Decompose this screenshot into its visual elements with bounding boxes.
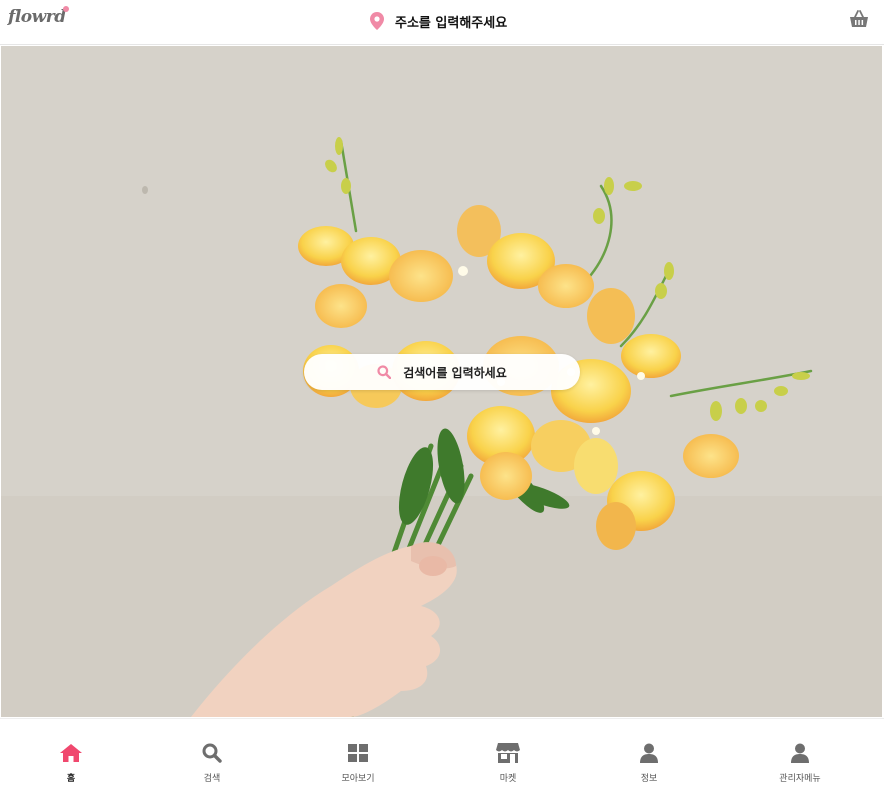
- top-bar: flowrd 주소를 입력해주세요: [0, 0, 884, 45]
- cart-button[interactable]: [849, 10, 869, 32]
- nav-label-admin: 관리자메뉴: [779, 774, 821, 784]
- app-logo[interactable]: flowrd: [8, 6, 69, 31]
- nav-item-market[interactable]: 마켓: [458, 741, 558, 785]
- search-bar[interactable]: 검색어를 입력하세요: [304, 354, 580, 390]
- logo-flower-icon: [63, 6, 69, 12]
- nav-item-admin[interactable]: 관리자메뉴: [750, 741, 850, 785]
- home-icon: [60, 744, 82, 762]
- address-selector[interactable]: 주소를 입력해주세요: [370, 10, 507, 32]
- hero-banner: 검색어를 입력하세요: [1, 46, 882, 717]
- nav-label-market: 마켓: [499, 774, 517, 784]
- nav-item-info[interactable]: 정보: [599, 741, 699, 785]
- admin-icon: [791, 743, 809, 763]
- nav-label-info: 정보: [640, 774, 658, 784]
- address-placeholder: 주소를 입력해주세요: [395, 15, 508, 31]
- basket-icon: [850, 10, 868, 27]
- grid-icon: [348, 744, 368, 762]
- nav-label-collection: 모아보기: [341, 774, 375, 784]
- location-pin-icon: [370, 12, 384, 30]
- nav-label-search: 검색: [203, 774, 221, 784]
- nav-item-collection[interactable]: 모아보기: [308, 741, 408, 785]
- store-icon: [496, 743, 520, 763]
- nav-label-home: 홈: [66, 774, 76, 784]
- logo-text: flowrd: [8, 7, 66, 27]
- nav-item-home[interactable]: 홈: [21, 741, 121, 785]
- person-icon: [640, 743, 658, 763]
- search-placeholder: 검색어를 입력하세요: [403, 365, 507, 380]
- search-icon: [377, 365, 392, 379]
- nav-item-search[interactable]: 검색: [162, 741, 262, 785]
- bottom-navigation: 홈 검색 모아보기 마켓 정보 관리자메뉴: [0, 718, 884, 809]
- search-icon: [202, 743, 222, 763]
